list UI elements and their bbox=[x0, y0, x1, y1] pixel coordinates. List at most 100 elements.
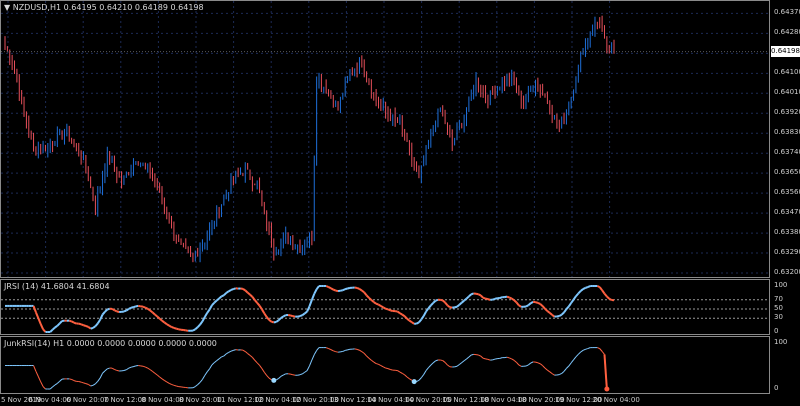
junkrsi-segment bbox=[244, 351, 248, 354]
price-chart-pane[interactable]: ▼ NZDUSD,H1 0.64195 0.64210 0.64189 0.64… bbox=[0, 0, 770, 278]
rsi-segment bbox=[242, 288, 246, 292]
junkrsi-segment bbox=[268, 377, 272, 381]
rsi-segment bbox=[463, 297, 468, 302]
junkrsi-segment bbox=[97, 377, 101, 382]
rsi-segment bbox=[387, 308, 391, 312]
rsi-segment bbox=[268, 319, 273, 323]
junkrsi-segment bbox=[577, 351, 582, 355]
rsi-segment bbox=[56, 322, 61, 327]
rsi-segment bbox=[271, 320, 275, 324]
rsi-segment bbox=[125, 308, 130, 312]
rsi-segment bbox=[51, 326, 56, 331]
current-price-label: 0.64198 bbox=[771, 46, 800, 57]
junkrsi-segment bbox=[518, 364, 522, 367]
junkrsi-segment bbox=[342, 349, 346, 352]
rsi-segment bbox=[551, 314, 556, 318]
junkrsi-segment bbox=[92, 383, 96, 386]
junkrsi-label: JunkRSI(14) H1 0.0000 0.0000 0.0000 0.00… bbox=[4, 339, 217, 348]
rsi-segment bbox=[304, 310, 308, 315]
rsi-segment bbox=[420, 315, 425, 321]
junkrsi-segment bbox=[390, 369, 393, 371]
rsi-segment bbox=[401, 313, 406, 318]
junkrsi-indicator-pane[interactable]: JunkRSI(14) H1 0.0000 0.0000 0.0000 0.00… bbox=[0, 336, 770, 394]
junkrsi-segment bbox=[345, 349, 348, 351]
junkrsi-segment bbox=[442, 360, 446, 363]
time-tick-label: 6 Nov 04:00 bbox=[28, 396, 72, 404]
junkrsi-tick-label: 0 bbox=[774, 384, 779, 392]
junkrsi-segment bbox=[440, 359, 443, 362]
junkrsi-segment bbox=[147, 367, 151, 371]
rsi-tick-label: 50 bbox=[774, 304, 783, 312]
rsi-segment bbox=[230, 288, 234, 291]
junkrsi-segment bbox=[275, 378, 279, 381]
rsi-segment bbox=[85, 325, 89, 328]
junkrsi-segment bbox=[133, 365, 136, 368]
jrsi-indicator-pane[interactable]: JRSI (14) 41.6804 41.6804 bbox=[0, 279, 770, 335]
junkrsi-segment bbox=[603, 354, 608, 390]
rsi-segment bbox=[525, 304, 529, 308]
junkrsi-segment bbox=[447, 364, 451, 368]
junkrsi-segment bbox=[80, 381, 84, 384]
rsi-segment bbox=[587, 285, 591, 288]
rsi-segment bbox=[233, 287, 237, 291]
rsi-segment bbox=[527, 302, 532, 306]
rsi-segment bbox=[332, 288, 337, 292]
time-tick-label: 8 Nov 04:00 bbox=[141, 396, 185, 404]
junkrsi-segment bbox=[249, 354, 253, 358]
rsi-segment bbox=[147, 307, 151, 312]
rsi-segment bbox=[158, 317, 163, 322]
junkrsi-segment bbox=[202, 375, 206, 380]
junkrsi-segment bbox=[297, 374, 301, 376]
junkrsi-segment bbox=[107, 367, 110, 370]
rsi-segment bbox=[258, 305, 263, 310]
rsi-segment bbox=[221, 294, 225, 298]
rsi-segment bbox=[144, 306, 149, 310]
junkrsi-segment bbox=[559, 372, 562, 376]
junkrsi-segment bbox=[111, 367, 115, 370]
junkrsi-segment bbox=[544, 367, 548, 371]
rsi-segment bbox=[446, 304, 451, 309]
junkrsi-segment bbox=[90, 384, 94, 387]
junkrsi-segment bbox=[539, 363, 543, 367]
time-axis: 5 Nov 2019 6 Nov 04:00 6 Nov 20:00 7 Nov 12… bbox=[0, 394, 770, 406]
junkrsi-dot bbox=[604, 386, 610, 392]
rsi-segment bbox=[396, 310, 401, 315]
junkrsi-segment bbox=[380, 365, 384, 368]
rsi-segment bbox=[454, 305, 458, 309]
jrsi-chart[interactable] bbox=[1, 280, 770, 335]
rsi-segment bbox=[408, 319, 413, 324]
rsi-segment bbox=[535, 301, 539, 304]
rsi-segment bbox=[577, 290, 582, 295]
rsi-tick-label: 0 bbox=[774, 327, 779, 335]
rsi-segment bbox=[244, 289, 249, 294]
rsi-segment bbox=[149, 309, 154, 314]
rsi-segment bbox=[68, 319, 72, 323]
junkrsi-segment bbox=[513, 359, 517, 363]
junkrsi-segment bbox=[601, 351, 605, 355]
rsi-segment bbox=[361, 289, 365, 294]
junkrsi-segment bbox=[478, 354, 481, 357]
junkrsi-segment bbox=[313, 350, 318, 355]
price-chart[interactable] bbox=[1, 1, 770, 278]
chevron-down-icon: ▼ bbox=[4, 3, 11, 12]
junkrsi-segment bbox=[78, 381, 82, 383]
rsi-segment bbox=[261, 308, 266, 314]
price-tick-label: 0.63560 bbox=[774, 188, 800, 197]
rsi-segment bbox=[363, 291, 368, 297]
rsi-segment bbox=[58, 320, 63, 325]
rsi-segment bbox=[537, 301, 541, 305]
junkrsi-segment bbox=[383, 366, 386, 369]
rsi-segment bbox=[358, 288, 363, 292]
junkrsi-segment bbox=[152, 370, 156, 374]
junkrsi-dot bbox=[411, 379, 417, 385]
junkrsi-segment bbox=[399, 371, 403, 374]
rsi-segment bbox=[161, 319, 165, 324]
junkrsi-segment bbox=[145, 366, 148, 369]
rsi-segment bbox=[203, 312, 209, 318]
rsi-segment bbox=[228, 289, 232, 293]
junkrsi-segment bbox=[416, 379, 420, 382]
rsi-segment bbox=[444, 301, 449, 306]
junkrsi-segment bbox=[228, 350, 232, 353]
rsi-segment bbox=[477, 293, 482, 297]
junkrsi-segment bbox=[530, 361, 534, 364]
